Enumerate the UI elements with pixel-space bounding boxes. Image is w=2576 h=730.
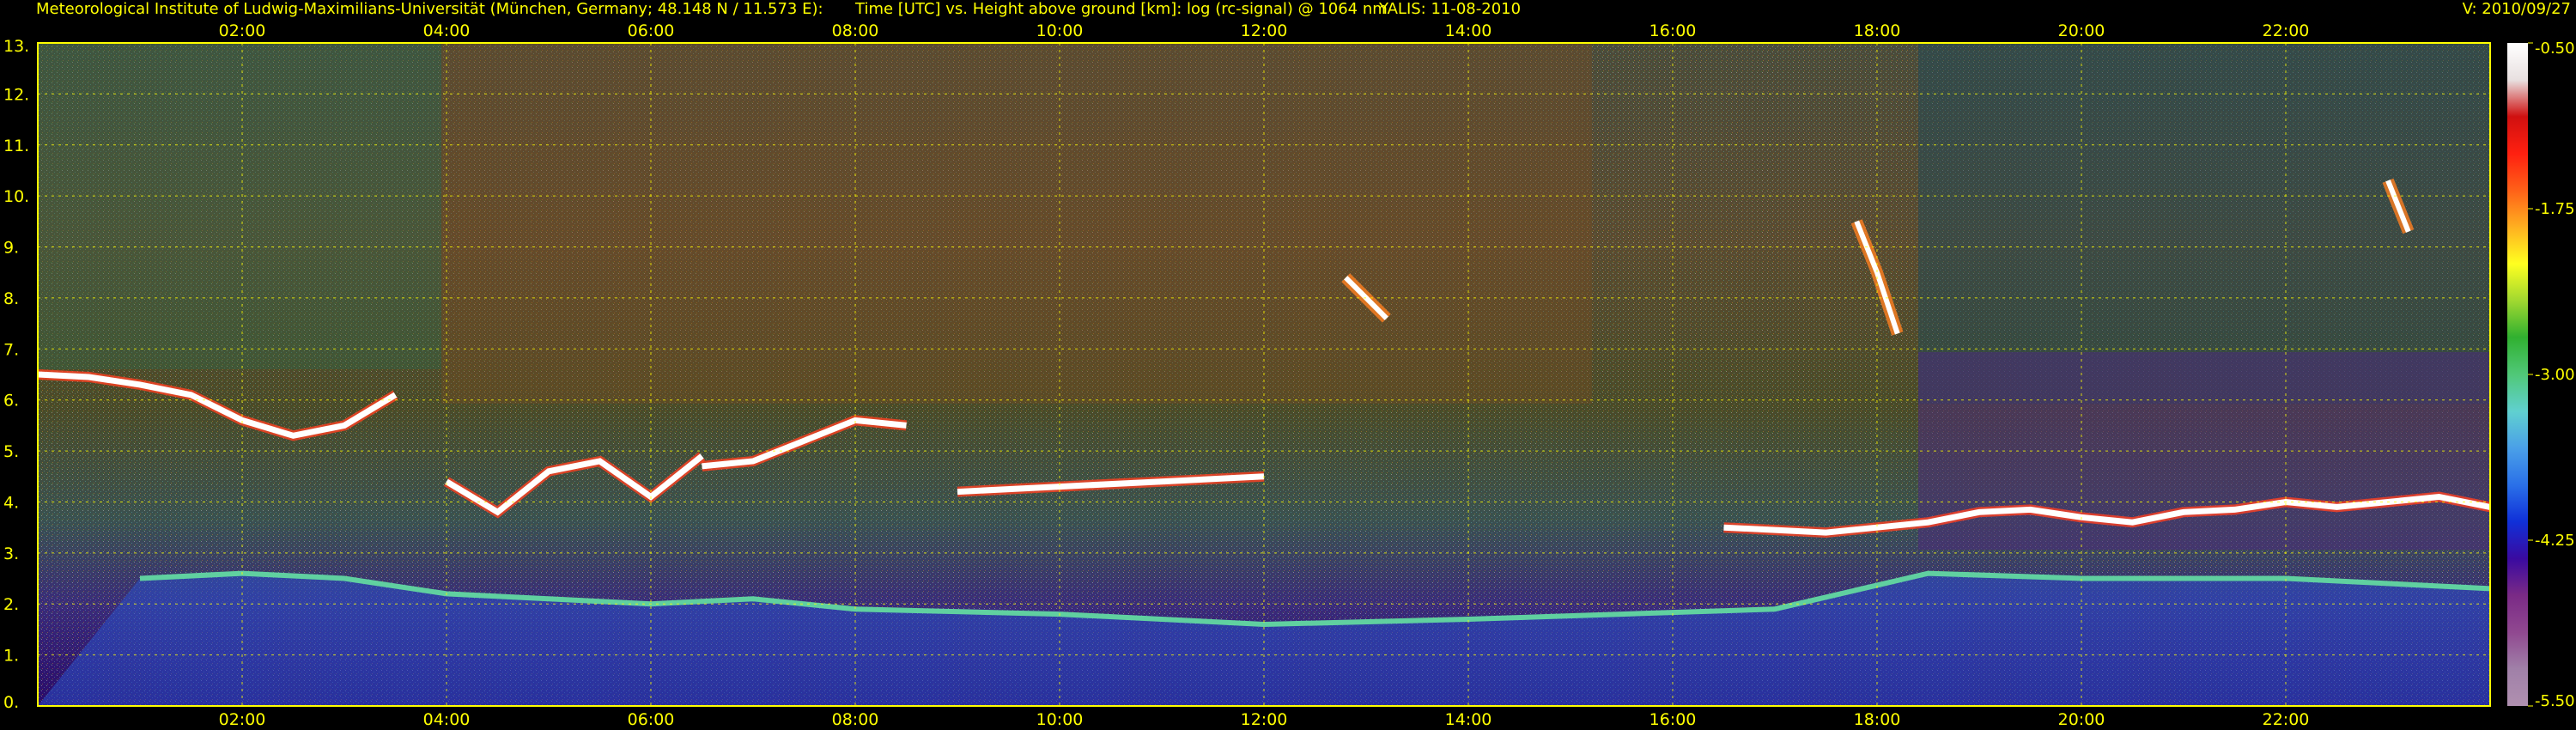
colorbar-scale: [2507, 43, 2528, 706]
x-tick-label: 18:00: [1854, 710, 1901, 729]
region-night-left: [38, 43, 441, 369]
y-tick-label: 4.: [3, 493, 19, 512]
y-tick-label: 3.: [3, 544, 19, 563]
y-tick-label: 0.: [3, 693, 19, 712]
colorbar-tick-label: -3.00: [2535, 366, 2575, 384]
x-tick-label: 02:00: [219, 710, 266, 729]
x-tick-label: 10:00: [1036, 710, 1084, 729]
y-tick-label: 13.: [3, 37, 29, 56]
region-day-aerosol: [441, 43, 1592, 404]
x-axis-ticks-top: 02:00 04:00 06:00 08:00 10:00 12:00 14:00 16:00…: [219, 21, 2310, 40]
x-tick-label: 16:00: [1649, 21, 1697, 40]
lidar-chart: 0. 1. 2. 3. 4. 5. 6. 7. 8. 9. 10. 11. 12. 13. 02:00 04…: [3, 21, 2575, 729]
x-tick-label: 12:00: [1241, 21, 1288, 40]
y-tick-label: 2.: [3, 595, 19, 614]
y-tick-label: 9.: [3, 239, 19, 258]
x-tick-label: 14:00: [1445, 710, 1492, 729]
x-tick-label: 08:00: [832, 21, 879, 40]
x-tick-label: 12:00: [1241, 710, 1288, 729]
colorbar-tick-label: -0.50: [2535, 40, 2575, 58]
x-tick-label: 08:00: [832, 710, 879, 729]
y-tick-label: 5.: [3, 442, 19, 461]
colorbar-tick-label: -4.25: [2535, 532, 2575, 550]
colorbar: -0.50 -1.75 -3.00 -4.25 -5.50: [2507, 40, 2575, 710]
x-tick-label: 16:00: [1649, 710, 1697, 729]
y-tick-label: 12.: [3, 85, 29, 104]
x-tick-label: 06:00: [628, 21, 675, 40]
x-tick-label: 14:00: [1445, 21, 1492, 40]
y-axis-ticks: 0. 1. 2. 3. 4. 5. 6. 7. 8. 9. 10. 11. 12. 13.: [3, 37, 29, 712]
y-tick-label: 11.: [3, 137, 29, 155]
x-tick-label: 06:00: [628, 710, 675, 729]
y-tick-label: 7.: [3, 340, 19, 359]
y-tick-label: 6.: [3, 392, 19, 411]
x-tick-label: 20:00: [2058, 710, 2105, 729]
x-tick-label: 04:00: [423, 710, 471, 729]
x-tick-label: 22:00: [2263, 710, 2310, 729]
y-tick-label: 8.: [3, 289, 19, 308]
colorbar-ticks: -0.50 -1.75 -3.00 -4.25 -5.50: [2528, 40, 2575, 710]
x-tick-label: 18:00: [1854, 21, 1901, 40]
x-tick-label: 02:00: [219, 21, 266, 40]
x-tick-label: 04:00: [423, 21, 471, 40]
y-tick-label: 1.: [3, 647, 19, 666]
x-tick-label: 20:00: [2058, 21, 2105, 40]
x-tick-label: 22:00: [2263, 21, 2310, 40]
x-tick-label: 10:00: [1036, 21, 1084, 40]
y-tick-label: 10.: [3, 187, 29, 206]
colorbar-tick-label: -5.50: [2535, 692, 2575, 710]
x-axis-ticks-bottom: 02:00 04:00 06:00 08:00 10:00 12:00 14:00 16:00…: [219, 710, 2310, 729]
colorbar-tick-label: -1.75: [2535, 200, 2575, 218]
